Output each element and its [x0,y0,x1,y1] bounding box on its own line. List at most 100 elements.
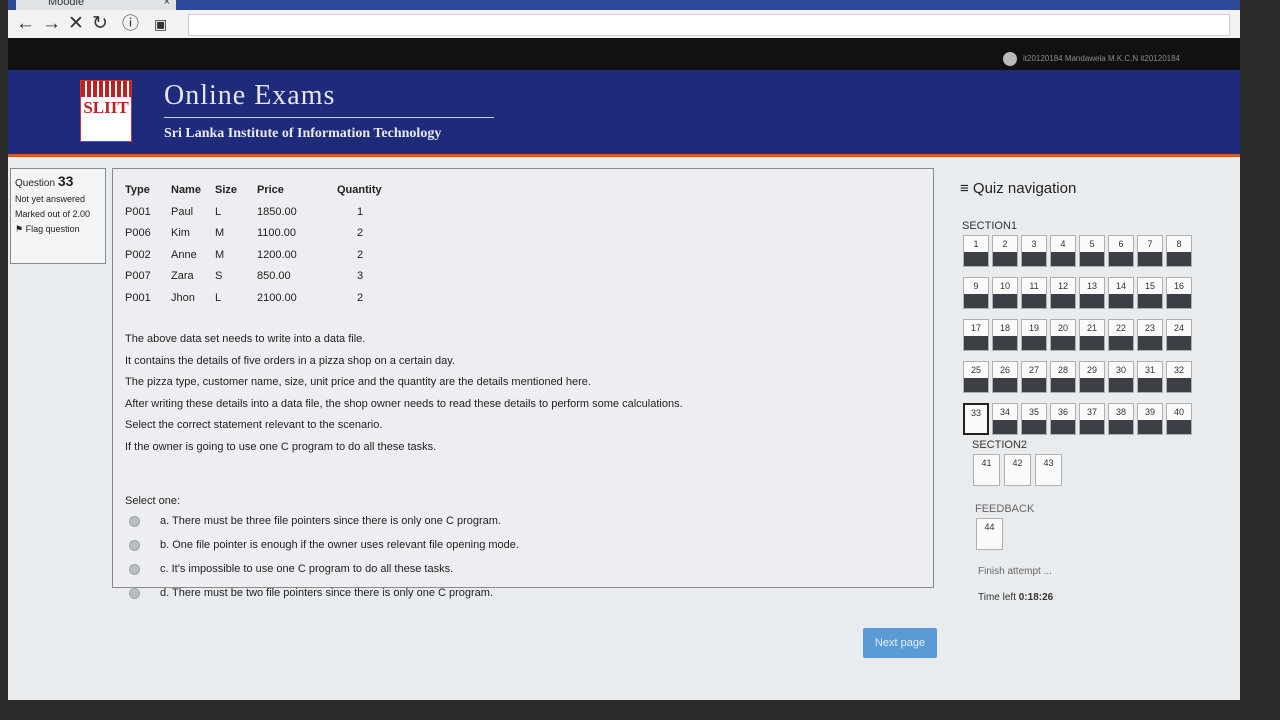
quiz-nav-button[interactable]: 7 [1137,235,1163,267]
table-cell: L [215,291,222,304]
quiz-nav-button[interactable]: 15 [1137,277,1163,309]
answer-option-label[interactable]: b. One file pointer is enough if the own… [160,539,519,551]
quiz-nav-button[interactable]: 16 [1166,277,1192,309]
back-arrow-icon[interactable]: ← [16,13,35,35]
quiz-nav-button[interactable]: 17 [963,319,989,351]
quiz-nav-button[interactable]: 1 [963,235,989,267]
table-cell: 2 [357,227,364,240]
quiz-nav-button[interactable]: 9 [963,277,989,309]
quiz-nav-button[interactable]: 38 [1108,403,1134,435]
tab-close-icon[interactable]: × [164,0,170,8]
site-info-icon[interactable]: ⓘ [122,13,139,35]
quiz-nav-button[interactable]: 21 [1079,319,1105,351]
site-divider [164,117,494,118]
column-header: Name [171,184,201,196]
next-page-button[interactable]: Next page [863,628,937,658]
table-row: P006 Kim M 1100.00 2 [125,223,401,245]
answer-option-label[interactable]: d. There must be two file pointers since… [160,587,493,599]
answer-option[interactable]: b. One file pointer is enough if the own… [129,533,519,557]
column-header: Type [125,184,150,196]
quiz-nav-button[interactable]: 26 [992,361,1018,393]
section1-grid: 1 2 3 4 5 6 7 8 9 10 11 12 13 14 15 16 17 18 19 20 21 22 23 24 2… [963,235,1193,435]
table-cell: P002 [125,248,151,261]
quiz-nav-button[interactable]: 44 [976,518,1003,550]
moodle-top-bar: it20120184 Mandawela M.K.C.N it20120184 [8,38,1240,70]
quiz-nav-button[interactable]: 25 [963,361,989,393]
quiz-nav-button[interactable]: 20 [1050,319,1076,351]
question-status: Not yet answered [15,194,86,204]
quiz-nav-button[interactable]: 12 [1050,277,1076,309]
quiz-nav-button[interactable]: 3 [1021,235,1047,267]
quiz-nav-button[interactable]: 11 [1021,277,1047,309]
quiz-nav-button[interactable]: 13 [1079,277,1105,309]
quiz-nav-button[interactable]: 23 [1137,319,1163,351]
quiz-nav-button[interactable]: 37 [1079,403,1105,435]
table-cell: 1850.00 [257,205,297,218]
quiz-nav-button[interactable]: 27 [1021,361,1047,393]
radio-button[interactable] [129,587,140,599]
address-bar[interactable] [188,14,1230,36]
browser-tab[interactable]: Moodle × [16,0,176,10]
question-label: Question [15,178,56,189]
quiz-nav-button[interactable]: 24 [1166,319,1192,351]
quiz-nav-button[interactable]: 29 [1079,361,1105,393]
section2-label: SECTION2 [972,439,1028,451]
answer-option[interactable]: a. There must be three file pointers sin… [129,509,519,533]
quiz-nav-button[interactable]: 19 [1021,319,1047,351]
quiz-navigation: ≡ Quiz navigation SECTION1 1 2 3 4 5 6 7 8 9 10 11… [950,158,1210,628]
flag-icon: ⚑ [15,224,26,234]
quiz-nav-button[interactable]: 31 [1137,361,1163,393]
flag-question-link[interactable]: ⚑ Flag question [15,224,101,235]
quiz-nav-button[interactable]: 40 [1166,403,1192,435]
table-row: P007 Zara S 850.00 3 [125,266,401,288]
answer-options: a. There must be three file pointers sin… [129,509,519,605]
logo-text: SLIIT [83,98,129,117]
user-menu[interactable]: it20120184 Mandawela M.K.C.N it20120184 [1002,52,1180,66]
quiz-nav-button[interactable]: 43 [1035,454,1062,486]
quiz-nav-button[interactable]: 6 [1108,235,1134,267]
quiz-nav-button[interactable]: 22 [1108,319,1134,351]
quiz-nav-button[interactable]: 42 [1004,454,1031,486]
table-row: P001 Jhon L 2100.00 2 [125,287,401,309]
table-cell: 1 [357,205,364,218]
quiz-nav-button[interactable]: 33 [963,403,989,435]
quiz-nav-button[interactable]: 14 [1108,277,1134,309]
quiz-nav-button[interactable]: 18 [992,319,1018,351]
quiz-nav-button[interactable]: 32 [1166,361,1192,393]
reload-icon[interactable]: ↻ [92,13,108,35]
quiz-nav-button[interactable]: 28 [1050,361,1076,393]
table-cell: 1200.00 [257,248,297,261]
answer-option-label[interactable]: a. There must be three file pointers sin… [160,515,501,527]
forward-arrow-icon[interactable]: → [42,13,61,35]
answer-option[interactable]: c. It's impossible to use one C program … [129,557,519,581]
select-one-label: Select one: [125,495,181,507]
quiz-nav-button[interactable]: 2 [992,235,1018,267]
stop-icon[interactable]: ✕ [68,13,84,35]
radio-button[interactable] [129,515,140,527]
sliit-logo[interactable]: SLIIT [80,80,132,142]
table-cell: M [215,227,225,240]
quiz-nav-button[interactable]: 10 [992,277,1018,309]
quiz-nav-button[interactable]: 36 [1050,403,1076,435]
finish-attempt-link[interactable]: Finish attempt ... [978,566,1052,577]
quiz-nav-button[interactable]: 35 [1021,403,1047,435]
quiz-nav-button[interactable]: 5 [1079,235,1105,267]
quiz-navigation-title: ≡ Quiz navigation [960,180,1077,197]
quiz-nav-button[interactable]: 34 [992,403,1018,435]
table-cell: P001 [125,205,151,218]
quiz-nav-button[interactable]: 4 [1050,235,1076,267]
question-number-value: 33 [57,173,74,189]
logo-crest [81,81,131,97]
table-cell: L [215,205,222,218]
radio-button[interactable] [129,563,140,575]
radio-button[interactable] [129,539,140,551]
answer-option[interactable]: d. There must be two file pointers since… [129,581,519,605]
answer-option-label[interactable]: c. It's impossible to use one C program … [160,563,453,575]
quiz-nav-button[interactable]: 41 [973,454,1000,486]
quiz-nav-button[interactable]: 39 [1137,403,1163,435]
quiz-nav-button[interactable]: 30 [1108,361,1134,393]
table-cell: P001 [125,291,151,304]
quiz-nav-button[interactable]: 8 [1166,235,1192,267]
page-icon[interactable]: ▣ [154,13,167,35]
column-header: Price [257,184,284,196]
